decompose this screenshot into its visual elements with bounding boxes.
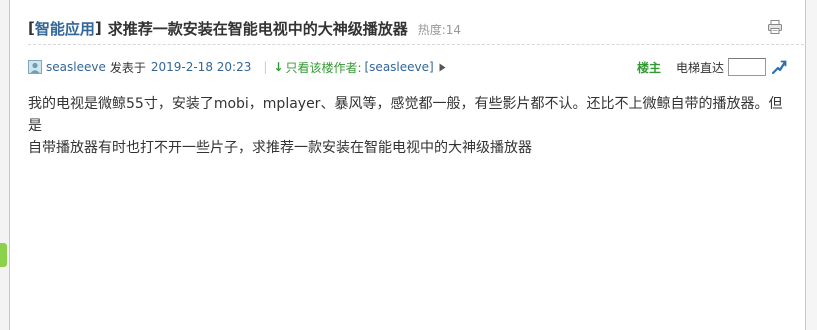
down-arrow-icon: ↓ [273, 60, 284, 74]
post-meta-row: seasleeve 发表于 2019-2-18 20:23 | ↓ 只看该楼作者… [28, 57, 787, 77]
floor-nav: 楼主 电梯直达 [637, 57, 787, 77]
post-date: 2019-2-18 20:23 [150, 60, 252, 74]
floor-input[interactable] [728, 58, 766, 76]
floor-owner-label: 楼主 [636, 60, 661, 75]
elevator-label: 电梯直达 [675, 60, 724, 75]
content-line-2: 自带播放器有时也打不开一些片子，求推荐一款安装在智能电视中的大神级播放器 [28, 140, 532, 156]
only-author-link[interactable]: 只看该楼作者: [285, 59, 361, 76]
author-name[interactable]: seasleeve [46, 60, 106, 74]
left-side-handle[interactable] [0, 243, 7, 267]
only-author-name[interactable]: [seasleeve] [365, 60, 434, 74]
heat-count: 热度:14 [417, 22, 462, 37]
right-scroll-edge [805, 0, 817, 330]
post-content: 我的电视是微鲸55寸，安装了mobi，mplayer、暴风等，感觉都一般，有些影… [28, 93, 787, 159]
post-title: 求推荐一款安装在智能电视中的大神级播放器 [107, 19, 408, 38]
content-line-1: 我的电视是微鲸55寸，安装了mobi，mplayer、暴风等，感觉都一般，有些影… [28, 96, 783, 134]
posted-label: 发表于 [109, 60, 146, 75]
category-link[interactable]: 智能应用 [35, 18, 95, 39]
avatar-icon[interactable] [28, 60, 42, 74]
title-divider [28, 44, 804, 45]
printer-icon[interactable] [767, 19, 783, 35]
category-bracket-close: ] [94, 19, 102, 37]
go-icon[interactable] [771, 59, 787, 75]
category-bracket-open: [ [28, 19, 35, 37]
post-title-row: [ 智能应用 ] 求推荐一款安装在智能电视中的大神级播放器 热度:14 [28, 17, 787, 39]
meta-separator: | [263, 60, 268, 74]
left-scroll-edge [0, 0, 10, 330]
triangle-right-icon [439, 63, 446, 71]
